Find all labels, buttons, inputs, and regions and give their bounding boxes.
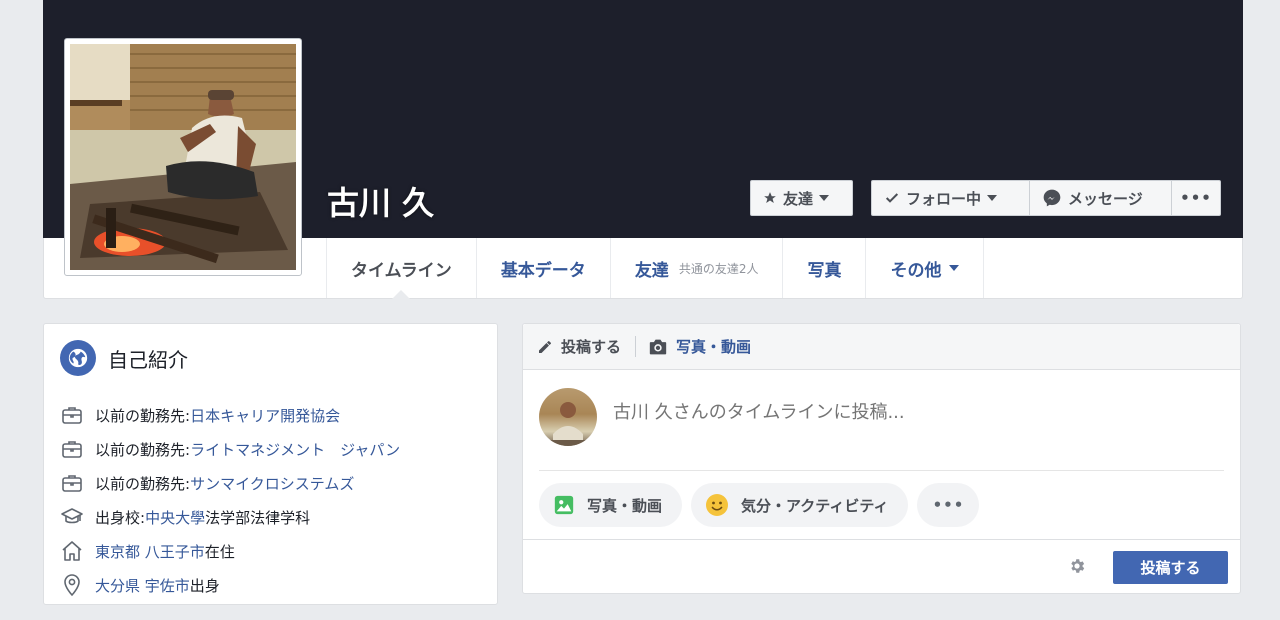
current-city-link[interactable]: 東京都 八王子市 bbox=[95, 541, 205, 562]
star-icon bbox=[764, 192, 776, 203]
profile-photo-illustration bbox=[70, 44, 296, 270]
photo-video-label: 写真・動画 bbox=[587, 496, 663, 515]
composer-more-button[interactable]: ••• bbox=[917, 483, 980, 527]
intro-title: 自己紹介 bbox=[108, 347, 188, 372]
chevron-down-icon bbox=[819, 195, 830, 201]
friend-button[interactable]: 友達 bbox=[750, 180, 853, 216]
camera-icon bbox=[649, 339, 667, 354]
intro-header: 自己紹介 bbox=[60, 340, 188, 376]
hometown-suffix: 出身 bbox=[189, 576, 220, 595]
profile-name[interactable]: 古川 久 bbox=[327, 178, 434, 224]
composer-tab-photo-label: 写真・動画 bbox=[676, 338, 752, 356]
follow-button[interactable]: フォロー中 bbox=[871, 180, 1029, 216]
smiley-icon bbox=[706, 494, 729, 516]
globe-icon bbox=[60, 340, 96, 376]
photo-icon bbox=[554, 495, 574, 515]
briefcase-icon bbox=[62, 407, 82, 424]
location-pin-icon bbox=[64, 574, 80, 597]
more-options-button[interactable]: ••• bbox=[1171, 180, 1221, 216]
tab-photos-label: 写真 bbox=[807, 260, 842, 281]
composer-actions: 写真・動画 気分・アクティビティ ••• bbox=[539, 483, 988, 527]
profile-photo bbox=[70, 44, 296, 270]
chevron-down-icon bbox=[949, 265, 960, 271]
briefcase-icon bbox=[62, 441, 82, 458]
feeling-activity-button[interactable]: 気分・アクティビティ bbox=[691, 483, 909, 527]
tab-about[interactable]: 基本データ bbox=[475, 238, 610, 298]
friend-button-label: 友達 bbox=[783, 189, 814, 208]
intro-card: 自己紹介 以前の勤務先: 日本キャリア開発協会 以前の勤務先: ライトマネジメン… bbox=[43, 323, 498, 605]
cover-button-group: フォロー中 メッセージ ••• bbox=[871, 180, 1221, 216]
intro-list: 以前の勤務先: 日本キャリア開発協会 以前の勤務先: ライトマネジメント ジャパ… bbox=[60, 398, 400, 602]
checkmark-icon bbox=[885, 193, 899, 203]
tab-friends[interactable]: 友達 共通の友達2人 bbox=[609, 238, 783, 298]
mutual-friends-count: 共通の友達2人 bbox=[678, 261, 759, 276]
tab-timeline[interactable]: タイムライン bbox=[326, 238, 476, 299]
house-icon bbox=[62, 541, 82, 561]
message-button[interactable]: メッセージ bbox=[1029, 180, 1171, 216]
composer-tab-post[interactable]: 投稿する bbox=[537, 336, 637, 357]
education-label: 出身校: bbox=[95, 508, 146, 527]
briefcase-icon bbox=[62, 475, 82, 492]
education-link[interactable]: 中央大學 bbox=[145, 507, 205, 528]
work-item: 以前の勤務先: 日本キャリア開発協会 bbox=[60, 398, 400, 432]
cover-actions: 友達 フォロー中 メッセージ ••• bbox=[750, 180, 1221, 216]
composer-tab-photo[interactable]: 写真・動画 bbox=[648, 336, 751, 357]
work-item: 以前の勤務先: サンマイクロシステムズ bbox=[60, 466, 400, 500]
profile-tabs: タイムライン 基本データ 友達 共通の友達2人 写真 その他 bbox=[326, 238, 985, 299]
tab-friends-label: 友達 bbox=[634, 260, 669, 281]
work-label: 以前の勤務先: bbox=[95, 474, 191, 493]
composer-tabs: 投稿する 写真・動画 bbox=[523, 324, 1240, 370]
messenger-icon bbox=[1043, 189, 1061, 207]
message-button-label: メッセージ bbox=[1068, 189, 1143, 208]
post-button[interactable]: 投稿する bbox=[1113, 551, 1228, 584]
education-detail: 法学部法律学科 bbox=[205, 508, 311, 527]
tab-about-label: 基本データ bbox=[500, 260, 586, 281]
post-composer: 投稿する 写真・動画 写真・動画 気分・アクティビティ ••• 投稿する bbox=[522, 323, 1241, 594]
gear-icon[interactable] bbox=[1068, 557, 1086, 575]
work-link[interactable]: サンマイクロシステムズ bbox=[190, 473, 354, 494]
hometown-link[interactable]: 大分県 宇佐市 bbox=[95, 575, 190, 596]
work-link[interactable]: ライトマネジメント ジャパン bbox=[190, 439, 400, 460]
work-label: 以前の勤務先: bbox=[95, 406, 191, 425]
tab-more[interactable]: その他 bbox=[865, 238, 985, 298]
photo-video-button[interactable]: 写真・動画 bbox=[539, 483, 683, 527]
composer-input[interactable] bbox=[613, 402, 1213, 423]
composer-avatar bbox=[539, 388, 597, 446]
current-city-suffix: 在住 bbox=[204, 542, 235, 561]
feeling-activity-label: 気分・アクティビティ bbox=[741, 496, 889, 515]
work-label: 以前の勤務先: bbox=[95, 440, 191, 459]
graduation-cap-icon bbox=[61, 508, 83, 524]
follow-button-label: フォロー中 bbox=[906, 189, 982, 208]
chevron-down-icon bbox=[987, 195, 998, 201]
tab-timeline-label: タイムライン bbox=[351, 260, 452, 281]
work-item: 以前の勤務先: ライトマネジメント ジャパン bbox=[60, 432, 400, 466]
pencil-icon bbox=[539, 340, 551, 353]
work-link[interactable]: 日本キャリア開発協会 bbox=[190, 405, 340, 426]
profile-picture[interactable] bbox=[64, 38, 302, 276]
tab-photos[interactable]: 写真 bbox=[782, 238, 865, 298]
hometown-item: 大分県 宇佐市 出身 bbox=[60, 568, 400, 602]
current-city-item: 東京都 八王子市 在住 bbox=[60, 534, 400, 568]
tab-more-label: その他 bbox=[890, 260, 942, 281]
composer-divider bbox=[539, 470, 1224, 471]
composer-tab-post-label: 投稿する bbox=[561, 338, 622, 356]
education-item: 出身校: 中央大學 法学部法律学科 bbox=[60, 500, 400, 534]
composer-footer: 投稿する bbox=[523, 539, 1240, 594]
